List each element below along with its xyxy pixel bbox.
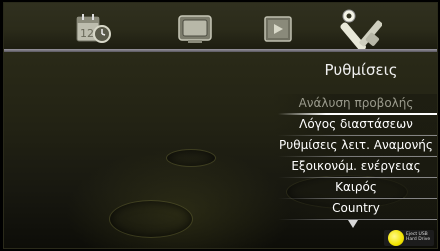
scroll-down-arrow-icon[interactable] <box>348 220 358 228</box>
hint-label: Eject USB Hard Drive <box>406 232 434 242</box>
page-title: Ρυθμίσεις <box>324 61 398 79</box>
menu-item-power-saving[interactable]: Εξοικονόμ. ενέργειας <box>272 157 437 178</box>
yellow-button-icon <box>388 230 404 246</box>
tv-menu-screen: 12 Ρυθμίσεις Ανάλυση προβολής Λόγος διασ… <box>3 2 438 249</box>
menu-item-weather[interactable]: Καιρός <box>272 178 437 199</box>
hint-line-2: Hard Drive <box>406 237 431 242</box>
deco-ellipse <box>109 200 193 238</box>
settings-tools-icon[interactable] <box>340 9 382 49</box>
color-key-hint: Eject USB Hard Drive <box>384 230 434 246</box>
top-icon-bar: 12 <box>4 3 437 51</box>
menu-item-country[interactable]: Country <box>272 199 437 220</box>
tv-icon[interactable] <box>176 13 214 45</box>
deco-ellipse <box>166 149 216 167</box>
media-play-icon[interactable] <box>260 13 298 45</box>
settings-menu: Ανάλυση προβολής Λόγος διαστάσεων Ρυθμίσ… <box>272 94 437 220</box>
svg-text:12: 12 <box>80 27 94 40</box>
menu-item-display-resolution[interactable]: Ανάλυση προβολής <box>272 94 437 115</box>
menu-item-aspect-ratio[interactable]: Λόγος διαστάσεων <box>272 115 437 136</box>
calendar-clock-icon[interactable]: 12 <box>74 13 112 45</box>
menu-item-standby-settings[interactable]: Ρυθμίσεις λειτ. Αναμονής <box>272 136 437 157</box>
